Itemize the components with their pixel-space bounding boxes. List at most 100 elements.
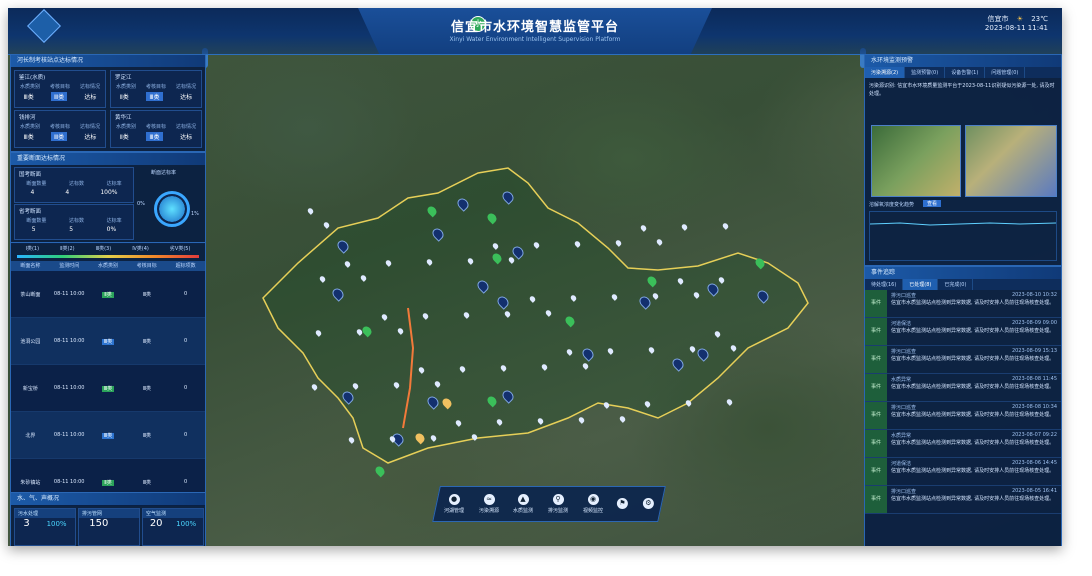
value: Ⅲ类 [23,94,34,101]
toolbar-item[interactable]: ⚲ 排污监测 [548,494,568,514]
table-row[interactable]: 池洞公园 08-11 10:00 Ⅲ类 Ⅲ类 0 [11,318,205,365]
cell-name: 茶山断面 [20,291,41,298]
toolbar-label: 视频监控 [582,508,603,514]
table-cell: Ⅲ类 [89,432,128,439]
card-title: 鉴江(水质) [19,75,46,81]
river-card[interactable]: 罗定江 水质类别 考核目标 达标情况 Ⅱ类 Ⅲ类 达标 [110,70,202,108]
river-card[interactable]: 黄华江 水质类别 考核目标 达标情况 Ⅱ类 Ⅲ类 达标 [110,110,202,148]
event-desc: 信宜市水质监测站点检测到异常数据, 请及时安排人员前往现场核查处理。 [891,440,1055,446]
card-values: Ⅱ类 Ⅲ类 达标 [111,92,201,101]
legend-item: Ⅱ类(2) [60,246,75,252]
event-item[interactable]: 事件 水质异常 2023-08-07 09:22 信宜市水质监测站点检测到异常数据, … [865,430,1061,458]
toolbar-item[interactable]: ≈ 污染溯源 [479,494,499,514]
stat-values: 3 100% [15,518,75,529]
provincial-section-card[interactable]: 省考断面 断面数量 达标数 达标率 5 5 0% [14,204,134,240]
event-time: 2023-08-10 10:32 [1011,292,1057,298]
value: 4 [65,189,70,196]
chart-label: 溶解氧浓度变化趋势 [869,202,915,208]
toolbar-item[interactable]: ◉ 视频监控 [583,494,603,514]
event-item[interactable]: 事件 水质异常 2023-08-08 11:45 信宜市水质监测站点检测到异常数据, … [865,374,1061,402]
river-card[interactable]: 钱排河 水质类别 考核目标 达标情况 Ⅲ类 Ⅲ类 达标 [14,110,106,148]
event-icon: 事件 [865,486,887,513]
event-item[interactable]: 事件 排污口巡查 2023-08-08 10:34 信宜市水质监测站点检测到异常数据,… [865,402,1061,430]
cell-over: 0 [183,291,188,297]
event-tab[interactable]: 已处理(8) [903,279,939,290]
datetime: 2023-08-11 11:41 [984,24,1048,32]
table-header: 断面名称 监测时间 水质类别 考核目标 超标项数 [11,261,205,271]
cell-time: 08-11 10:00 [53,291,85,297]
table-header-cell: 断面名称 [20,263,41,269]
page-subtitle: Xinyi Water Environment Intelligent Supe… [449,36,621,43]
table-header-cell: 水质类别 [97,263,118,269]
table-cell: 0 [166,338,205,344]
stat-values: 150 [79,518,139,529]
card-labels: 水质类别 考核目标 达标情况 [111,123,201,130]
chart-view-button[interactable]: 查看 [923,200,942,207]
temperature: 23℃ [1031,15,1048,23]
table-cell: 北界 [11,432,50,439]
alert-tab[interactable]: 污染溯源(2) [865,67,906,78]
table-cell: Ⅱ类 [89,479,128,486]
sun-icon: ☀ [1016,15,1023,23]
table-cell: 08-11 10:00 [50,338,89,344]
stat-box[interactable]: 污水处理 3 100% [14,508,76,546]
event-body: 河道保洁 2023-08-09 09:00 信宜市水质监测站点检测到异常数据, 请及… [887,318,1061,345]
cell-time: 08-11 10:00 [53,338,85,344]
stat-percent: 100% [46,520,67,528]
toolbar-item[interactable]: ● 河湖管理 [444,494,464,514]
section-compliance-panel: 重要断面达标情况 国考断面 断面数量 达标数 达标率 4 4 100% 省考断面 断面数… [10,152,206,244]
event-item[interactable]: 事件 排污口巡查 2023-08-05 16:41 信宜市水质监测站点检测到异常数据,… [865,486,1061,514]
toolbar-item[interactable]: ⚙ [642,497,654,511]
table-cell: 0 [166,432,205,438]
value: 达标 [84,94,97,101]
event-body: 排污口巡查 2023-08-10 10:32 信宜市水质监测站点检测到异常数据, 请… [887,290,1061,317]
label: 达标数 [68,181,84,187]
alert-tab[interactable]: 设备告警(1) [945,67,986,78]
card-title: 钱排河 [19,115,36,121]
card-values: Ⅲ类 Ⅲ类 达标 [15,92,105,101]
trend-line-svg [869,222,1057,226]
event-tab[interactable]: 待处理(16) [865,279,904,290]
cell-name: 朱砂镇站 [20,479,41,486]
event-item[interactable]: 事件 河道保洁 2023-08-09 09:00 信宜市水质监测站点检测到异常数据, … [865,318,1061,346]
card-labels: 水质类别 考核目标 达标情况 [15,123,105,130]
value: Ⅱ类 [119,94,129,101]
table-cell: Ⅲ类 [127,338,166,345]
monitoring-thumbnail-map[interactable] [965,125,1057,197]
event-time: 2023-08-06 14:45 [1011,460,1057,466]
label: 水质类别 [115,124,136,130]
event-desc: 信宜市水质监测站点检测到异常数据, 请及时安排人员前往现场核查处理。 [891,496,1055,502]
table-row[interactable]: 北界 08-11 10:00 Ⅲ类 Ⅲ类 0 [11,412,205,459]
pollution-thumbnail-map[interactable] [871,125,961,197]
alert-tab[interactable]: 监测预警(0) [905,67,946,78]
table-row[interactable]: 茶山断面 08-11 10:00 Ⅱ类 Ⅲ类 0 [11,271,205,318]
map-toolbar: ● 河湖管理 ≈ 污染溯源 ▲ 水质监测 ⚲ 排污监测 ◉ 视频监控 ⚑ ⚙ [432,486,666,522]
table-cell: 08-11 10:00 [50,432,89,438]
legend-item: 劣Ⅴ类(5) [169,246,191,252]
stat-box[interactable]: 排污管网 150 [78,508,140,546]
event-item[interactable]: 事件 排污口巡查 2023-08-09 15:13 信宜市水质监测站点检测到异常数据,… [865,346,1061,374]
value: 达标 [180,94,193,101]
cell-time: 08-11 10:00 [53,385,85,391]
table-cell: Ⅲ类 [89,338,128,345]
event-icon: 事件 [865,346,887,373]
toolbar-item[interactable]: ⚑ [617,497,629,511]
river-card[interactable]: 鉴江(水质) 水质类别 考核目标 达标情况 Ⅲ类 Ⅲ类 达标 [14,70,106,108]
event-tab[interactable]: 已完成(0) [938,279,974,290]
cell-target: Ⅲ类 [142,479,152,486]
alert-tab[interactable]: 问题管理(0) [985,67,1026,78]
panel-title: 水环境监测预警 [865,55,1061,67]
cell-cls: Ⅲ类 [101,385,115,392]
label: 水质类别 [115,84,136,90]
national-section-card[interactable]: 国考断面 断面数量 达标数 达标率 4 4 100% [14,167,134,203]
value: 5 [31,226,36,233]
event-item[interactable]: 事件 河道保洁 2023-08-06 14:45 信宜市水质监测站点检测到异常数据, … [865,458,1061,486]
stat-box[interactable]: 空气监测 20 100% [142,508,204,546]
legend-item: Ⅳ类(4) [132,246,149,252]
stat-header: 排污管网 [79,509,139,518]
stat-values: 20 100% [143,518,203,529]
toolbar-item[interactable]: ▲ 水质监测 [513,494,533,514]
table-row[interactable]: 新宝桥 08-11 10:00 Ⅲ类 Ⅲ类 0 [11,365,205,412]
value: Ⅲ类 [146,92,163,101]
event-item[interactable]: 事件 排污口巡查 2023-08-10 10:32 信宜市水质监测站点检测到异常数据,… [865,290,1061,318]
